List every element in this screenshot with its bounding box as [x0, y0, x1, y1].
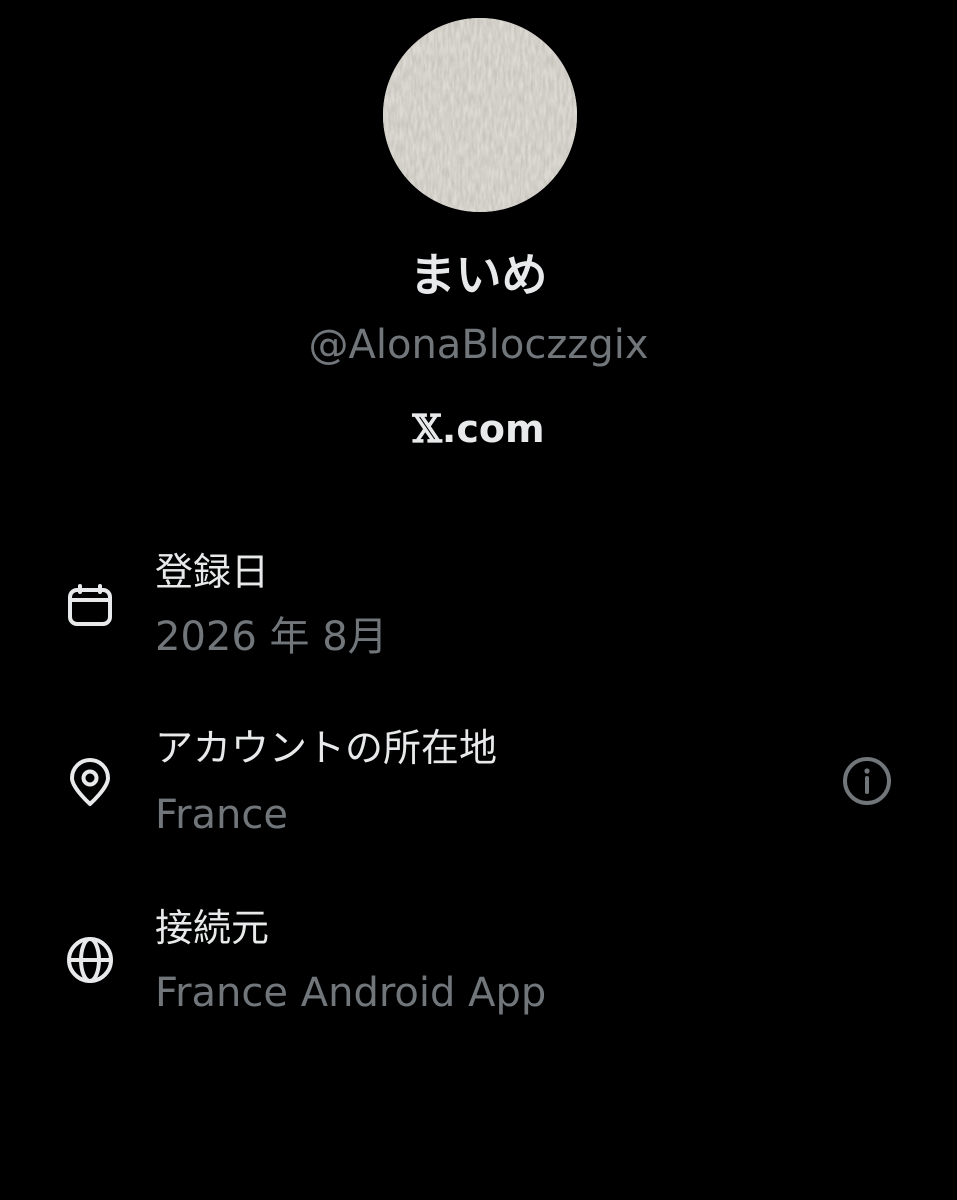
account-location-title: アカウントの所在地: [155, 726, 498, 770]
joined-title: 登録日: [155, 550, 270, 594]
connected-via-row: 接続元 France Android App: [0, 896, 957, 1026]
connected-via-title: 接続元: [155, 906, 270, 950]
connected-via-value: France Android App: [155, 970, 547, 1016]
calendar-icon: [64, 578, 116, 630]
source-x-com: 𝕏.com: [0, 404, 957, 454]
username-handle: @AlonaBloczzgix: [308, 322, 649, 368]
info-icon[interactable]: [840, 754, 894, 808]
globe-icon: [64, 934, 116, 986]
account-location-value: France: [155, 792, 289, 838]
joined-row: 登録日 2026 年 8月: [0, 540, 957, 670]
display-name: まいめ: [409, 248, 548, 302]
avatar[interactable]: [383, 18, 577, 212]
x-logo: 𝕏: [412, 406, 442, 451]
joined-date: 2026 年 8月: [155, 614, 388, 660]
location-pin-icon: [64, 756, 116, 808]
source-domain: .com: [441, 407, 545, 451]
account-location-row: アカウントの所在地 France: [0, 718, 957, 848]
